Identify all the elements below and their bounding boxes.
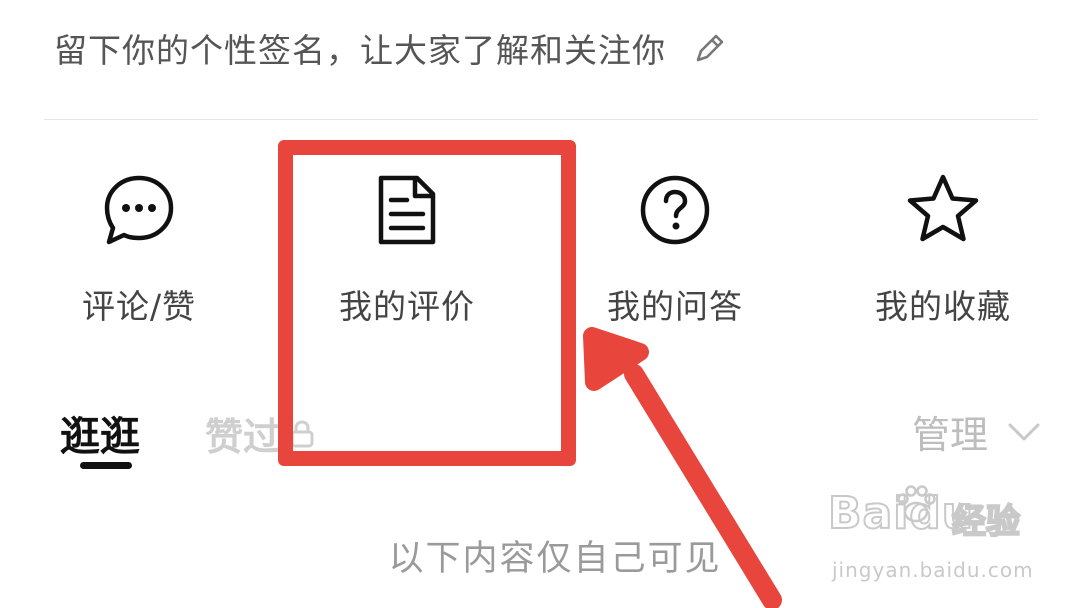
tab-browse[interactable]: 逛逛 [60,404,140,462]
menu-label-my-qa: 我的问答 [607,287,743,326]
menu-label-comments-likes: 评论/赞 [81,287,197,326]
signature-prompt: 留下你的个性签名，让大家了解和关注你 [54,31,666,70]
watermark-url: jingyan.baidu.com [832,558,1034,582]
tab-liked-label: 赞过 [205,415,282,459]
comment-bubble-icon [104,175,174,245]
pencil-icon[interactable] [692,30,728,66]
highlight-box [278,140,576,466]
chevron-down-icon [1008,423,1040,440]
paw-icon [897,485,936,523]
manage-button[interactable]: 管理 [912,404,1042,459]
tab-active-indicator [80,462,132,469]
menu-item-comments-likes[interactable]: 评论/赞 [19,170,259,328]
signature-row[interactable]: 留下你的个性签名，让大家了解和关注你 [54,22,728,74]
question-circle-icon [640,175,710,245]
menu-item-my-favorites[interactable]: 我的收藏 [823,170,1063,328]
manage-label: 管理 [912,413,989,457]
menu-label-my-favorites: 我的收藏 [875,287,1011,326]
menu-item-my-qa[interactable]: 我的问答 [555,170,795,328]
star-icon [907,174,979,242]
watermark-product: 经验 [951,501,1021,543]
baidu-jingyan-watermark: Baidu 经验 jingyan.baidu.com [827,485,1033,596]
divider [44,119,1038,120]
